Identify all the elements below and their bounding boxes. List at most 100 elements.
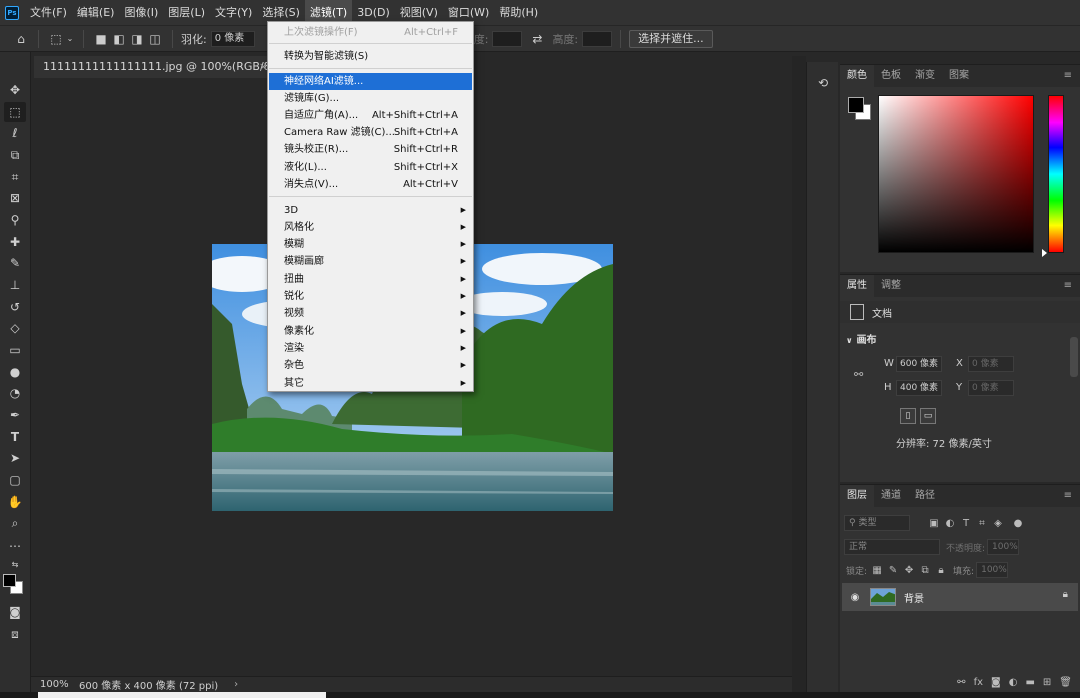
swap-colors-icon[interactable]: ⇆ [4,554,26,574]
lock-position-icon[interactable]: ✥ [901,565,917,576]
menu-image[interactable]: 图像(I) [119,0,163,26]
type-filter-icon[interactable]: T [958,518,974,529]
tab-patterns[interactable]: 图案 [942,65,976,87]
lock-transparency-icon[interactable]: ▦ [869,565,885,576]
portrait-orientation-icon[interactable]: ▯ [900,408,916,424]
tab-color[interactable]: 颜色 [840,65,874,87]
blend-mode-select[interactable]: 正常 [844,539,940,555]
move-tool-icon[interactable]: ✥ [4,80,26,100]
menu-help[interactable]: 帮助(H) [494,0,543,26]
layer-filter-input[interactable]: ⚲ 类型 [844,515,910,531]
canvas-y-input[interactable]: 0 像素 [968,380,1014,396]
panel-menu-icon[interactable]: ≡ [1064,485,1072,507]
menu-item-render[interactable]: 渲染 ▶ [269,340,472,357]
smart-object-filter-icon[interactable]: ◈ [990,518,1006,529]
panel-menu-icon[interactable]: ≡ [1064,65,1072,87]
menu-item-camera-raw[interactable]: Camera Raw 滤镜(C)... Shift+Ctrl+A [269,124,472,141]
adjustment-layer-icon[interactable]: ◐ [1009,677,1018,688]
lock-pixels-icon[interactable]: ✎ [885,565,901,576]
menu-item-lens-correction[interactable]: 镜头校正(R)... Shift+Ctrl+R [269,141,472,158]
subtract-selection-icon[interactable]: ◨ [128,30,146,48]
canvas-section-title[interactable]: ∨ 画布 [846,331,877,346]
menu-item-sharpen[interactable]: 锐化 ▶ [269,288,472,305]
menu-item-adaptive-wide-angle[interactable]: 自适应广角(A)... Alt+Shift+Ctrl+A [269,107,472,124]
pixel-filter-icon[interactable]: ▣ [926,518,942,529]
clone-stamp-icon[interactable]: ⊥ [4,275,26,295]
home-icon[interactable]: ⌂ [12,30,30,48]
menu-item-3d[interactable]: 3D ▶ [269,202,472,219]
hue-slider-handle[interactable] [1042,249,1047,257]
hand-tool-icon[interactable]: ✋ [4,492,26,512]
type-tool-icon[interactable]: T [4,427,26,447]
object-select-tool-icon[interactable]: ⧉ [4,145,26,165]
fill-input[interactable]: 100% [976,562,1009,578]
frame-tool-icon[interactable]: ⊠ [4,188,26,208]
screen-mode-icon[interactable]: ⧈ [4,624,26,644]
tab-layers[interactable]: 图层 [840,485,874,507]
menu-item-neural-filters[interactable]: 神经网络AI滤镜... [269,73,472,90]
brush-tool-icon[interactable]: ✎ [4,253,26,273]
properties-scrollbar[interactable] [1070,337,1078,377]
eyedropper-tool-icon[interactable]: ⚲ [4,210,26,230]
rectangle-tool-icon[interactable]: ▢ [4,470,26,490]
more-tools-icon[interactable]: ⋯ [4,536,26,556]
chevron-down-icon[interactable]: ⌄ [65,30,75,48]
menu-item-last-filter[interactable]: 上次滤镜操作(F) Alt+Ctrl+F [269,24,472,41]
feather-input[interactable]: 0 像素 [210,30,255,47]
menu-item-other[interactable]: 其它 ▶ [269,375,472,392]
menu-item-video[interactable]: 视频 ▶ [269,305,472,322]
menu-item-vanishing-point[interactable]: 消失点(V)... Alt+Ctrl+V [269,176,472,193]
menu-edit[interactable]: 编辑(E) [72,0,120,26]
menu-item-noise[interactable]: 杂色 ▶ [269,357,472,374]
canvas-width-input[interactable]: 600 像素 [896,356,942,372]
layer-row-background[interactable]: ◉ 背景 🔒︎ [842,583,1078,611]
new-selection-icon[interactable]: ■ [92,30,110,48]
panel-menu-icon[interactable]: ≡ [1064,275,1072,297]
menu-item-distort[interactable]: 扭曲 ▶ [269,271,472,288]
pen-tool-icon[interactable]: ✒ [4,405,26,425]
swap-icon[interactable]: ⇄ [528,30,546,48]
new-layer-icon[interactable]: ⊞ [1043,677,1051,688]
menu-item-pixelate[interactable]: 像素化 ▶ [269,323,472,340]
crop-tool-icon[interactable]: ⌗ [4,167,26,187]
link-layers-icon[interactable]: ⚯ [957,677,965,688]
path-select-icon[interactable]: ➤ [4,448,26,468]
foreground-color-swatch[interactable] [3,574,16,587]
lock-icon[interactable]: 🔒︎ [1063,589,1068,600]
menu-item-blur[interactable]: 模糊 ▶ [269,236,472,253]
select-and-mask-button[interactable]: 选择并遮住... [629,29,713,48]
menu-type[interactable]: 文字(Y) [210,0,257,26]
marquee-tool-icon[interactable]: ⬚ [4,102,26,122]
menu-item-liquify[interactable]: 液化(L)... Shift+Ctrl+X [269,159,472,176]
menu-item-convert-smart-filter[interactable]: 转换为智能滤镜(S) [269,48,472,65]
history-panel-icon[interactable]: ⟲ [811,72,835,94]
adjustment-filter-icon[interactable]: ◐ [942,518,958,529]
canvas-x-input[interactable]: 0 像素 [968,356,1014,372]
canvas-height-input[interactable]: 400 像素 [896,380,942,396]
marquee-preset-icon[interactable]: ⬚ [47,30,65,48]
menu-item-blur-gallery[interactable]: 模糊画廊 ▶ [269,253,472,270]
intersect-selection-icon[interactable]: ◫ [146,30,164,48]
landscape-orientation-icon[interactable]: ▭ [920,408,936,424]
canvas-scrollbar[interactable] [792,56,806,692]
add-mask-icon[interactable]: ◙ [991,677,1001,688]
foreground-color-swatch[interactable] [848,97,864,113]
layer-style-icon[interactable]: fx [974,677,983,688]
menu-file[interactable]: 文件(F) [25,0,72,26]
color-picker-field[interactable] [878,95,1034,253]
document-tab[interactable]: 11111111111111111.jpg @ 100%(RGB/8#) × [34,56,284,78]
width-input[interactable] [492,30,523,47]
height-input[interactable] [582,30,613,47]
visibility-eye-icon[interactable]: ◉ [846,592,864,603]
delete-layer-icon[interactable]: 🗑︎ [1059,677,1072,688]
menu-item-stylize[interactable]: 风格化 ▶ [269,219,472,236]
eraser-tool-icon[interactable]: ◇ [4,318,26,338]
opacity-input[interactable]: 100% [987,539,1020,555]
ps-logo-icon[interactable]: Ps [5,5,19,20]
zoom-level[interactable]: 100% [31,679,71,690]
filter-toggle-icon[interactable]: ● [1010,518,1026,529]
zoom-tool-icon[interactable]: ⌕ [4,513,26,533]
menu-item-filter-gallery[interactable]: 滤镜库(G)... [269,90,472,107]
lock-artboard-icon[interactable]: ⧉ [917,565,933,576]
gradient-tool-icon[interactable]: ▭ [4,340,26,360]
